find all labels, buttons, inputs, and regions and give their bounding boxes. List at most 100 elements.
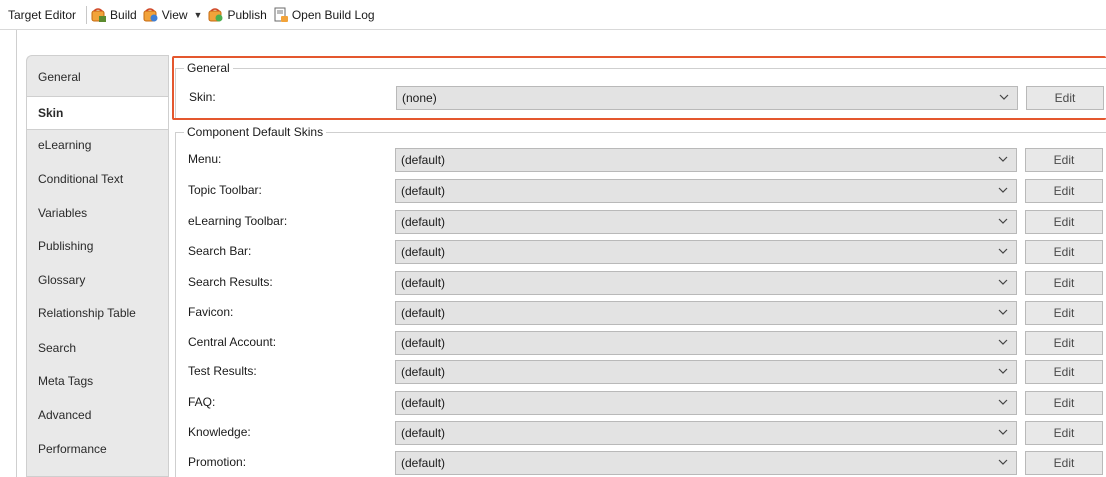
component-row-knowledge: Knowledge: (default) Edit — [169, 421, 1106, 445]
sidebar-item-search[interactable]: Search — [27, 331, 169, 365]
component-row-search-results: Search Results: (default) Edit — [169, 271, 1106, 295]
sidebar-item-glossary[interactable]: Glossary — [27, 263, 169, 297]
sidebar-item-label: eLearning — [38, 138, 92, 152]
central-account-edit-button[interactable]: Edit — [1025, 331, 1103, 355]
publish-icon — [208, 7, 224, 23]
test-results-edit-button[interactable]: Edit — [1025, 360, 1103, 384]
build-log-icon — [273, 7, 289, 23]
select-value: (default) — [401, 184, 446, 198]
sidebar-item-label: Meta Tags — [38, 374, 94, 388]
chevron-down-icon — [998, 365, 1008, 375]
row-label: Central Account: — [188, 335, 277, 349]
sidebar-item-label: Glossary — [38, 273, 86, 287]
row-label: Search Results: — [188, 275, 273, 289]
sidebar-item-label: Performance — [38, 442, 107, 456]
select-value: (default) — [401, 306, 446, 320]
select-value: (default) — [401, 396, 446, 410]
component-row-topic-toolbar: Topic Toolbar: (default) Edit — [169, 179, 1106, 203]
build-label: Build — [110, 7, 137, 22]
publish-label: Publish — [227, 7, 267, 22]
menu-skin-select[interactable]: (default) — [395, 148, 1017, 172]
select-value: (default) — [401, 365, 446, 379]
sidebar-item-skin[interactable]: Skin — [26, 96, 169, 130]
search-bar-skin-select[interactable]: (default) — [395, 240, 1017, 264]
sidebar-item-label: General — [38, 70, 81, 84]
sidebar-item-meta-tags[interactable]: Meta Tags — [27, 364, 169, 398]
general-group-highlight — [172, 56, 1106, 120]
search-results-edit-button[interactable]: Edit — [1025, 271, 1103, 295]
component-row-elearning-toolbar: eLearning Toolbar: (default) Edit — [169, 210, 1106, 234]
component-row-central-account: Central Account: (default) Edit — [169, 331, 1106, 355]
row-label: eLearning Toolbar: — [188, 214, 288, 228]
component-row-faq: FAQ: (default) Edit — [169, 391, 1106, 415]
favicon-skin-select[interactable]: (default) — [395, 301, 1017, 325]
sidebar-item-label: Advanced — [38, 408, 92, 422]
topic-toolbar-skin-select[interactable]: (default) — [395, 179, 1017, 203]
chevron-down-icon — [998, 306, 1008, 316]
chevron-down-icon — [998, 396, 1008, 406]
sidebar-item-performance[interactable]: Performance — [27, 432, 169, 466]
search-results-skin-select[interactable]: (default) — [395, 271, 1017, 295]
central-account-skin-select[interactable]: (default) — [395, 331, 1017, 355]
knowledge-skin-select[interactable]: (default) — [395, 421, 1017, 445]
topic-toolbar-edit-button[interactable]: Edit — [1025, 179, 1103, 203]
test-results-skin-select[interactable]: (default) — [395, 360, 1017, 384]
sidebar-item-general[interactable]: General — [27, 60, 169, 94]
editor-title: Target Editor — [8, 7, 77, 22]
sidebar-item-advanced[interactable]: Advanced — [27, 398, 169, 432]
publish-button[interactable]: Publish — [208, 7, 267, 23]
faq-edit-button[interactable]: Edit — [1025, 391, 1103, 415]
component-group-legend: Component Default Skins — [184, 125, 327, 139]
search-bar-edit-button[interactable]: Edit — [1025, 240, 1103, 264]
sidebar-item-conditional-text[interactable]: Conditional Text — [27, 162, 169, 196]
sidebar-item-label: Variables — [38, 206, 88, 220]
row-label: Favicon: — [188, 305, 234, 319]
open-build-log-button[interactable]: Open Build Log — [273, 7, 375, 23]
chevron-down-icon — [998, 456, 1008, 466]
view-icon — [143, 7, 159, 23]
row-label: Menu: — [188, 152, 222, 166]
component-row-promotion: Promotion: (default) Edit — [169, 451, 1106, 475]
view-button[interactable]: View ▼ — [143, 7, 203, 23]
row-label: Knowledge: — [188, 425, 251, 439]
chevron-down-icon — [998, 426, 1008, 436]
toolbar: Target Editor Build View ▼ Publish Open … — [0, 0, 1106, 30]
sidebar-item-elearning[interactable]: eLearning — [27, 128, 169, 162]
knowledge-edit-button[interactable]: Edit — [1025, 421, 1103, 445]
sidebar-item-publishing[interactable]: Publishing — [27, 229, 169, 263]
faq-skin-select[interactable]: (default) — [395, 391, 1017, 415]
open-build-log-label: Open Build Log — [291, 7, 375, 22]
sidebar-item-variables[interactable]: Variables — [27, 196, 169, 230]
select-value: (default) — [401, 336, 446, 350]
select-value: (default) — [401, 426, 446, 440]
component-row-favicon: Favicon: (default) Edit — [169, 301, 1106, 325]
sidebar-item-label: Publishing — [38, 239, 94, 253]
component-row-menu: Menu: (default) Edit — [169, 148, 1106, 172]
row-label: Topic Toolbar: — [188, 183, 262, 197]
menu-edit-button[interactable]: Edit — [1025, 148, 1103, 172]
select-value: (default) — [401, 153, 446, 167]
view-dropdown-caret-icon[interactable]: ▼ — [194, 10, 203, 20]
chevron-down-icon — [998, 153, 1008, 163]
chevron-down-icon — [998, 184, 1008, 194]
build-button[interactable]: Build — [91, 7, 137, 23]
chevron-down-icon — [998, 276, 1008, 286]
promotion-edit-button[interactable]: Edit — [1025, 451, 1103, 475]
elearning-toolbar-edit-button[interactable]: Edit — [1025, 210, 1103, 234]
sidebar-item-label: Conditional Text — [38, 172, 124, 186]
view-label: View — [161, 7, 188, 22]
row-label: Test Results: — [188, 364, 257, 378]
select-value: (default) — [401, 215, 446, 229]
chevron-down-icon — [998, 215, 1008, 225]
build-icon — [91, 7, 107, 23]
sidebar-item-relationship-table[interactable]: Relationship Table — [27, 296, 169, 330]
elearning-toolbar-skin-select[interactable]: (default) — [395, 210, 1017, 234]
component-row-search-bar: Search Bar: (default) Edit — [169, 240, 1106, 264]
toolbar-separator — [86, 5, 88, 24]
row-label: Search Bar: — [188, 244, 252, 258]
favicon-edit-button[interactable]: Edit — [1025, 301, 1103, 325]
editor-left-border — [16, 30, 17, 477]
sidebar-item-label: Search — [38, 341, 77, 355]
promotion-skin-select[interactable]: (default) — [395, 451, 1017, 475]
select-value: (default) — [401, 276, 446, 290]
